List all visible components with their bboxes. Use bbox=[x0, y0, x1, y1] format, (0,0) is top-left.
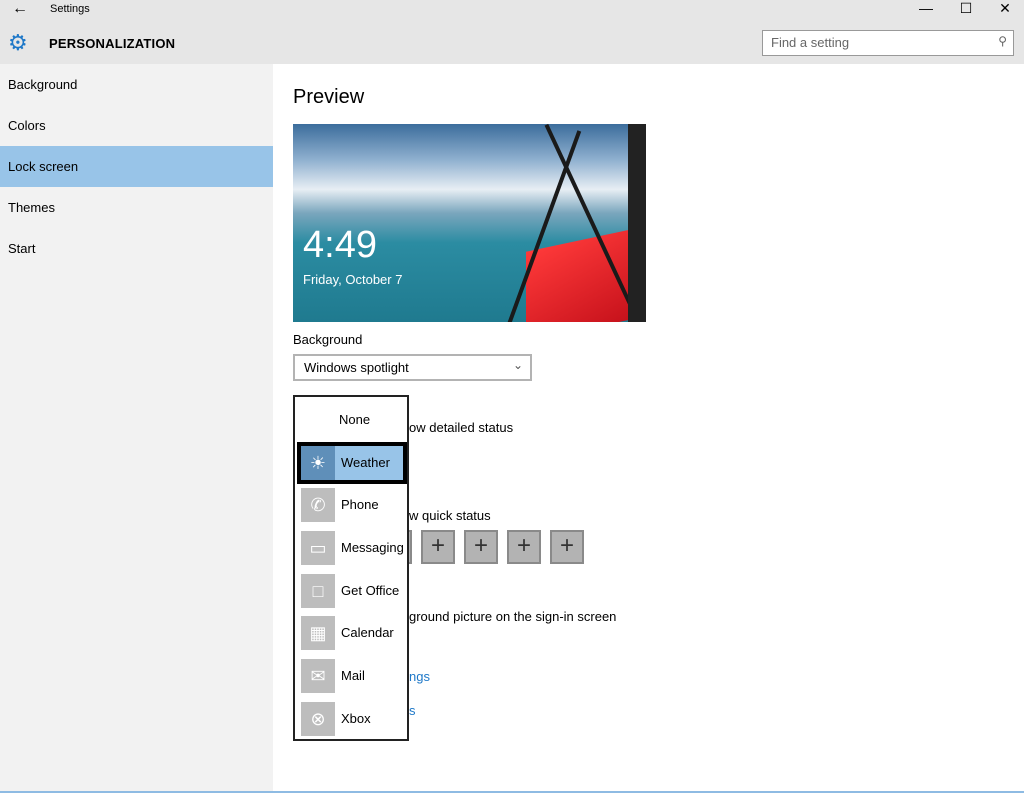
settings-link-2[interactable]: s bbox=[409, 703, 416, 718]
xbox-icon: ⊗ bbox=[301, 702, 335, 736]
popup-item-mail[interactable]: ✉ Mail bbox=[299, 657, 405, 695]
item-label: Mail bbox=[341, 668, 365, 683]
chevron-down-icon: ⌄ bbox=[512, 358, 523, 372]
maximize-button[interactable]: ☐ bbox=[951, 0, 981, 17]
back-arrow-icon[interactable]: ← bbox=[12, 0, 28, 18]
popup-item-get-office[interactable]: □ Get Office bbox=[299, 572, 405, 610]
background-value: Windows spotlight bbox=[304, 360, 409, 375]
detailed-status-label: ow detailed status bbox=[409, 420, 514, 435]
popup-item-xbox[interactable]: ⊗ Xbox bbox=[299, 700, 405, 738]
page-title: Preview bbox=[293, 86, 365, 108]
sidebar-item-themes[interactable]: Themes bbox=[0, 187, 273, 228]
calendar-icon: ▦ bbox=[301, 616, 335, 650]
settings-link[interactable]: ngs bbox=[409, 669, 430, 684]
office-icon: □ bbox=[301, 574, 335, 608]
quick-status-slot-3[interactable]: + bbox=[464, 530, 498, 564]
section-title: PERSONALIZATION bbox=[49, 36, 176, 51]
app-title: Settings bbox=[50, 3, 90, 15]
popup-item-calendar[interactable]: ▦ Calendar bbox=[299, 614, 405, 652]
item-label: Messaging bbox=[341, 540, 404, 555]
preview-date: Friday, October 7 bbox=[303, 272, 403, 287]
sidebar-item-start[interactable]: Start bbox=[0, 228, 273, 269]
quick-status-slot-5[interactable]: + bbox=[550, 530, 584, 564]
sidebar-item-lock-screen[interactable]: Lock screen bbox=[0, 146, 273, 187]
quick-status-label: w quick status bbox=[409, 508, 491, 523]
item-label: Xbox bbox=[341, 711, 371, 726]
plane-frame bbox=[628, 124, 646, 322]
item-label: Weather bbox=[341, 455, 390, 470]
popup-item-messaging[interactable]: ▭ Messaging bbox=[299, 529, 405, 567]
phone-icon: ✆ bbox=[301, 488, 335, 522]
quick-status-slot-2[interactable]: + bbox=[421, 530, 455, 564]
item-label: Phone bbox=[341, 497, 379, 512]
item-label: None bbox=[339, 412, 371, 427]
sidebar-item-colors[interactable]: Colors bbox=[0, 105, 273, 146]
search-icon[interactable]: ⚲ bbox=[998, 34, 1007, 48]
quick-status-slot-4[interactable]: + bbox=[507, 530, 541, 564]
item-label: Calendar bbox=[341, 625, 394, 640]
item-label: Get Office bbox=[341, 583, 400, 598]
message-icon: ▭ bbox=[301, 531, 335, 565]
mail-icon: ✉ bbox=[301, 659, 335, 693]
signin-picture-label: ground picture on the sign-in screen bbox=[409, 609, 617, 624]
app-picker-popup: None ☀ Weather ✆ Phone ▭ Messaging □ Get Off… bbox=[293, 395, 409, 741]
popup-item-phone[interactable]: ✆ Phone bbox=[299, 486, 405, 524]
sidebar-item-background[interactable]: Background bbox=[0, 64, 273, 105]
search-input[interactable]: Find a setting ⚲ bbox=[762, 30, 1014, 56]
lock-screen-preview: 4:49 Friday, October 7 bbox=[293, 124, 646, 322]
search-placeholder: Find a setting bbox=[771, 35, 850, 50]
window-bottom-border bbox=[0, 791, 1024, 793]
popup-item-none[interactable]: None bbox=[299, 401, 405, 439]
title-bar: ← Settings — ☐ ✕ ⚙ PERSONALIZATION Find … bbox=[0, 0, 1024, 64]
weather-sun-icon: ☀ bbox=[301, 446, 335, 480]
preview-time: 4:49 bbox=[303, 224, 377, 266]
background-dropdown[interactable]: Windows spotlight ⌄ bbox=[293, 354, 532, 381]
minimize-button[interactable]: — bbox=[911, 0, 941, 16]
sidebar: Background Colors Lock screen Themes Sta… bbox=[0, 64, 273, 791]
close-button[interactable]: ✕ bbox=[990, 0, 1020, 17]
gear-icon: ⚙ bbox=[8, 30, 28, 55]
background-label: Background bbox=[293, 332, 363, 347]
popup-item-weather[interactable]: ☀ Weather bbox=[297, 442, 407, 484]
